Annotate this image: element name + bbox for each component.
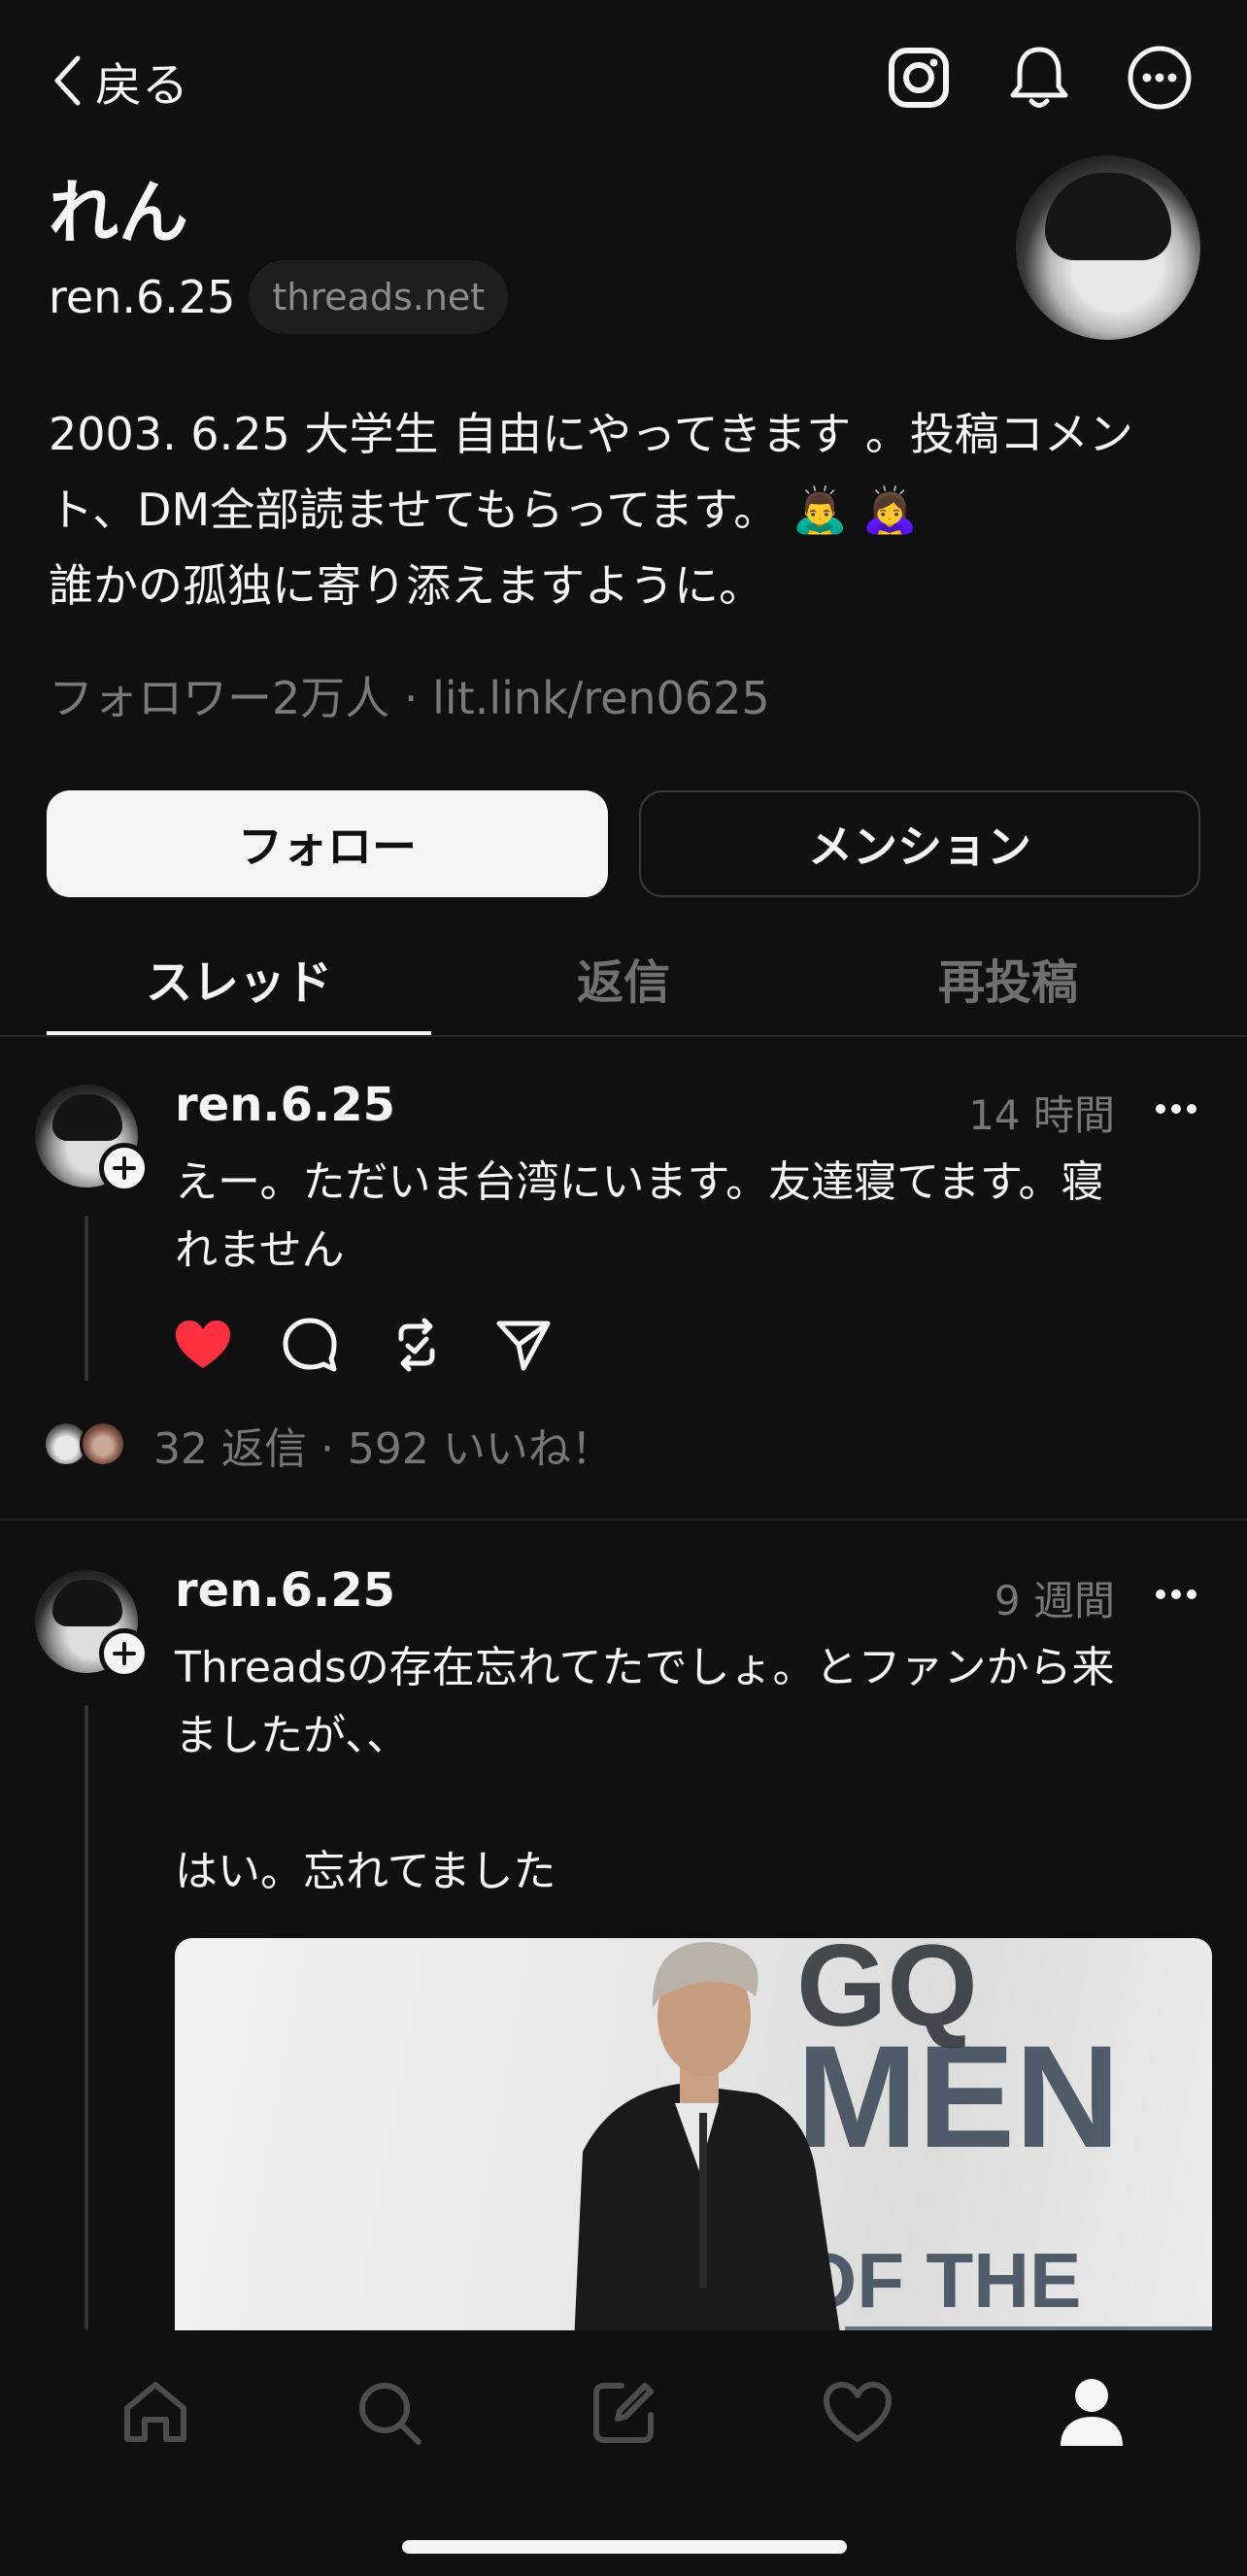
share-icon[interactable]	[493, 1315, 554, 1375]
bell-icon[interactable]	[1004, 43, 1074, 113]
bottom-nav	[0, 2369, 1247, 2457]
handle-row: ren.6.25 threads.net	[49, 260, 509, 334]
follow-button[interactable]: フォロー	[47, 790, 608, 897]
tab-threads[interactable]: スレッド	[47, 942, 431, 1035]
more-circle-icon[interactable]	[1125, 43, 1195, 113]
post-text-line: えー。ただいま台湾にいます。友達寝てます。寝	[175, 1157, 1104, 1207]
image-text-men: MEN	[796, 2015, 1120, 2178]
post-text-line: ましたが、、	[175, 1711, 410, 1760]
tab-replies[interactable]: 返信	[431, 942, 816, 1035]
image-text-ofthe: OF THE	[796, 2237, 1081, 2324]
mention-button[interactable]: メンション	[639, 790, 1200, 897]
post-text-blank	[175, 1770, 1204, 1838]
heart-filled-icon[interactable]	[173, 1315, 233, 1375]
plus-icon	[113, 1156, 136, 1180]
post-text: Threadsの存在忘れてたでしょ。とファンから来 ましたが、、 はい。忘れてま…	[175, 1634, 1204, 1906]
profile-handle: ren.6.25	[49, 271, 236, 323]
profile-tabs: スレッド 返信 再投稿	[47, 942, 1200, 1035]
chevron-left-icon	[54, 55, 81, 106]
comment-icon[interactable]	[280, 1315, 340, 1375]
thread-line	[84, 1705, 88, 2330]
repost-icon[interactable]	[387, 1315, 447, 1375]
tabs-divider	[0, 1035, 1247, 1037]
post-stats-row: 32 返信 · 592 いいね！	[43, 1414, 614, 1476]
profile-avatar[interactable]	[1016, 155, 1200, 340]
post-username[interactable]: ren.6.25	[175, 1078, 395, 1132]
profile-icon[interactable]	[1048, 2369, 1135, 2457]
followers-link[interactable]: フォロワー2万人 · lit.link/ren0625	[49, 663, 770, 727]
back-button[interactable]: 戻る	[52, 47, 188, 115]
post-more-button[interactable]	[1156, 1099, 1202, 1119]
reply-avatars	[43, 1421, 132, 1469]
thread-line	[84, 1216, 88, 1381]
profile-bio: 2003. 6.25 大学生 自由にやってきます 。投稿コメン ト、DM全部読ま…	[49, 396, 1195, 623]
profile-name: れん	[49, 172, 189, 253]
mini-avatar	[80, 1421, 126, 1467]
post-image[interactable]: GQ MEN OF THE	[175, 1938, 1212, 2365]
search-icon[interactable]	[346, 2369, 433, 2457]
home-icon[interactable]	[112, 2369, 199, 2457]
post-more-button[interactable]	[1156, 1585, 1202, 1604]
follow-plus-badge[interactable]	[99, 1143, 150, 1193]
instagram-icon[interactable]	[884, 43, 954, 113]
bio-line: 2003. 6.25 大学生 自由にやってきます 。投稿コメン	[49, 408, 1133, 460]
tab-reposts[interactable]: 再投稿	[816, 942, 1200, 1035]
back-label: 戻る	[95, 58, 189, 113]
post-text-line: はい。忘れてました	[175, 1847, 556, 1896]
home-indicator	[402, 2540, 847, 2554]
post-image-art: GQ MEN OF THE	[573, 1938, 1212, 2365]
follow-plus-badge[interactable]	[99, 1628, 150, 1679]
compose-icon[interactable]	[580, 2369, 667, 2457]
header-actions	[884, 43, 1195, 113]
post-text-line: れません	[175, 1225, 345, 1275]
post-actions	[173, 1315, 554, 1375]
heart-icon[interactable]	[814, 2369, 901, 2457]
post-time: 14 時間	[968, 1091, 1115, 1139]
post-text-line: Threadsの存在忘れてたでしょ。とファンから来	[175, 1643, 1115, 1692]
post-stats[interactable]: 32 返信 · 592 いいね！	[153, 1414, 614, 1476]
bio-line: ト、DM全部読ませてもらってます。 🙇‍♂️ 🙇‍♀️	[49, 484, 919, 536]
plus-icon	[113, 1642, 136, 1665]
post-text: えー。ただいま台湾にいます。友達寝てます。寝 れません	[175, 1149, 1204, 1285]
post-username[interactable]: ren.6.25	[175, 1563, 395, 1618]
post-separator	[0, 1519, 1247, 1521]
post-time: 9 週間	[994, 1577, 1115, 1624]
domain-badge[interactable]: threads.net	[249, 260, 509, 334]
bio-line: 誰かの孤独に寄り添えますように。	[49, 559, 763, 612]
